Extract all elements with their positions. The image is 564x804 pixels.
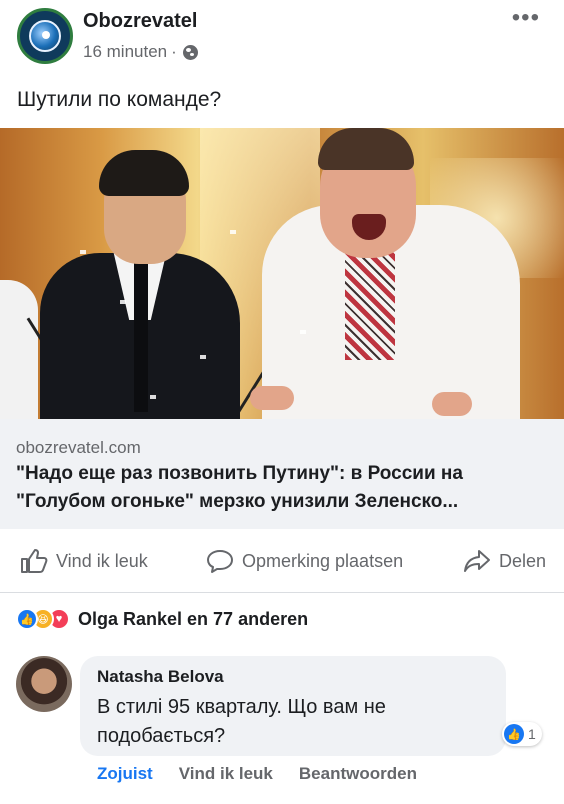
comment-like-count: 1 [528, 726, 536, 742]
comment-button[interactable]: Opmerking plaatsen [206, 548, 403, 574]
share-label: Delen [499, 550, 547, 571]
link-title[interactable]: "Надо еще раз позвонить Путину": в Росси… [16, 460, 556, 516]
comment-author[interactable]: Natasha Belova [97, 667, 224, 687]
image-confetti [150, 395, 156, 399]
action-bar: Vind ik leuk Opmerking plaatsen Delen [0, 540, 564, 582]
like-reaction-icon: 👍 [16, 608, 38, 630]
meta-separator: · [171, 42, 177, 61]
page-avatar[interactable] [17, 8, 73, 64]
post-time[interactable]: 16 minuten [83, 42, 167, 62]
comment-like-button[interactable]: Vind ik leuk [179, 764, 273, 784]
thumbs-up-icon: 👍 [504, 724, 524, 744]
reactions-text: Olga Rankel en 77 anderen [78, 608, 309, 629]
speech-bubble-icon [206, 548, 234, 574]
thumbs-up-icon [20, 548, 48, 574]
comment-text: В стилі 95 кварталу. Що вам не подобаєть… [97, 696, 386, 747]
post-text: Шутили по команде? [17, 88, 222, 111]
image-confetti [200, 355, 206, 359]
image-confetti [300, 330, 306, 334]
comment-label: Opmerking plaatsen [242, 550, 404, 571]
reactions-summary[interactable]: 👍 😆 ♥ Olga Rankel en 77 anderen [16, 608, 308, 630]
avatar[interactable] [16, 656, 72, 712]
image-person-hair [318, 128, 414, 170]
divider [0, 592, 564, 593]
like-button[interactable]: Vind ik leuk [20, 548, 148, 574]
logo-dot [42, 31, 50, 39]
image-tie [134, 262, 148, 412]
link-domain: obozrevatel.com [16, 438, 141, 457]
image-confetti [80, 250, 86, 254]
share-arrow-icon [463, 548, 491, 574]
image-person-edge [0, 280, 38, 420]
post-meta: 16 minuten · [83, 42, 198, 62]
more-icon[interactable]: ••• [512, 6, 540, 30]
post-header: Obozrevatel 16 minuten · ••• [0, 0, 564, 80]
image-confetti [230, 230, 236, 234]
share-button[interactable]: Delen [463, 548, 546, 574]
comment-actions: Zojuist Vind ik leuk Beantwoorden [97, 764, 417, 784]
page-name[interactable]: Obozrevatel [83, 10, 197, 33]
image-person-hand [250, 386, 294, 410]
image-confetti [120, 300, 126, 304]
comment-like-badge[interactable]: 👍 1 [502, 722, 542, 746]
like-label: Vind ik leuk [56, 550, 148, 571]
comment-time[interactable]: Zojuist [97, 764, 153, 784]
globe-icon [182, 44, 198, 60]
image-person-hand [432, 392, 472, 416]
comment-reply-button[interactable]: Beantwoorden [299, 764, 417, 784]
